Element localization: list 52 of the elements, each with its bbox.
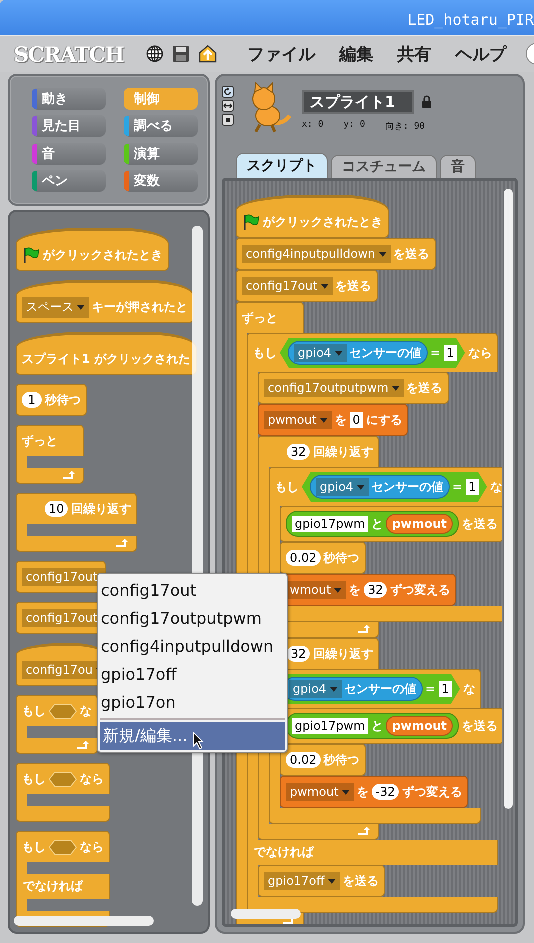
block-text: ずつ変える	[402, 784, 462, 800]
window-title: LED_hotaru_PIR	[408, 11, 534, 31]
block-text: =	[426, 682, 436, 696]
block-text: を送る	[462, 516, 498, 532]
block-text: pwmout	[392, 719, 448, 733]
block-text: と	[371, 718, 384, 734]
block-text: 回繰り返す	[313, 444, 374, 460]
block-text: でなければ	[23, 878, 83, 895]
block-text: にする	[366, 412, 402, 428]
block-text: pwmout	[392, 517, 448, 531]
coordinate-text: x: 0	[302, 120, 324, 132]
block-text: =	[452, 480, 463, 494]
block-text: を送る	[336, 278, 372, 294]
block-text: ずつ変える	[390, 582, 450, 598]
app-logo: SCRATCH	[14, 42, 124, 66]
block-text: な	[490, 478, 502, 496]
block-text: センサーの値	[350, 344, 422, 362]
block-text: を送る	[462, 718, 498, 734]
block-text: なら	[80, 838, 104, 856]
block-text: 回繰り返す	[71, 500, 132, 518]
block-text: 回繰り返す	[313, 646, 374, 662]
block-text: もし	[22, 702, 46, 720]
block-text: スプライト1 がクリックされた	[22, 350, 191, 368]
block-text: もし	[275, 478, 299, 496]
block-text: がクリックされたとき	[43, 246, 163, 264]
block-text: センサーの値	[372, 478, 444, 496]
block-text: でなければ	[254, 844, 314, 861]
block-text: もし	[22, 770, 46, 788]
block-text: 秒待つ	[324, 752, 360, 768]
block-text: を送る	[394, 246, 430, 262]
block-text: を送る	[406, 380, 443, 396]
block-text: もし	[253, 344, 277, 362]
block-text: を	[356, 784, 369, 800]
block-text: な	[80, 702, 92, 720]
block-text: 秒待つ	[45, 392, 81, 408]
block-text: =	[430, 346, 441, 360]
block-text: ずっと	[242, 310, 278, 326]
direction-text: 向き: 90	[385, 120, 426, 133]
block-text: なら	[80, 770, 104, 788]
coordinate-text: y: 0	[344, 120, 366, 132]
block-text: と	[371, 516, 384, 532]
block-text: を	[334, 412, 347, 428]
block-text: な	[463, 680, 476, 698]
block-text: を	[349, 582, 362, 598]
block-text: がクリックされたとき	[263, 214, 383, 230]
block-text: キーが押されたと	[92, 298, 188, 316]
block-text: 秒待つ	[324, 550, 360, 566]
block-text: ずっと	[22, 432, 58, 450]
block-text: なら	[468, 344, 492, 362]
block-text: を送る	[342, 872, 379, 890]
block-text: センサーの値	[344, 680, 417, 698]
block-text: もし	[22, 838, 46, 856]
